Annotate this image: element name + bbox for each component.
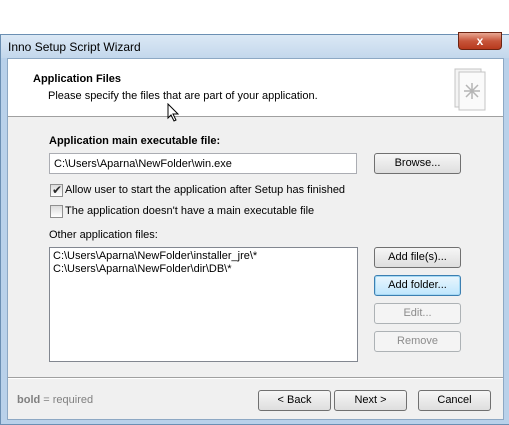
remove-button[interactable]: Remove (374, 331, 461, 352)
checkmark-icon: ✔ (52, 183, 63, 197)
page-subtitle: Please specify the files that are part o… (48, 90, 318, 102)
mouse-cursor-icon (167, 103, 180, 122)
required-note-text: = required (40, 394, 94, 406)
no-main-exe-checkbox[interactable] (50, 205, 63, 218)
main-exe-label: Application main executable file: (49, 135, 221, 147)
wizard-window: Inno Setup Script Wizard x Application F… (0, 32, 509, 425)
window-title: Inno Setup Script Wizard (8, 40, 141, 54)
wizard-client-area: Application Files Please specify the fil… (7, 58, 504, 420)
page-header: Application Files Please specify the fil… (8, 59, 503, 122)
browse-button[interactable]: Browse... (374, 153, 461, 174)
allow-start-label[interactable]: Allow user to start the application afte… (65, 184, 345, 196)
add-files-button[interactable]: Add file(s)... (374, 247, 461, 268)
required-note-bold: bold (17, 394, 41, 406)
allow-start-checkbox[interactable]: ✔ (50, 183, 63, 197)
edit-button[interactable]: Edit... (374, 303, 461, 324)
list-item[interactable]: C:\Users\Aparna\NewFolder\installer_jre\… (53, 250, 354, 263)
back-button[interactable]: < Back (258, 390, 331, 411)
no-main-exe-label[interactable]: The application doesn't have a main exec… (65, 205, 314, 217)
main-exe-input[interactable] (49, 153, 357, 174)
other-files-list[interactable]: C:\Users\Aparna\NewFolder\installer_jre\… (49, 247, 358, 362)
list-item[interactable]: C:\Users\Aparna\NewFolder\dir\DB\* (53, 263, 354, 276)
page-title: Application Files (33, 73, 122, 85)
add-folder-button[interactable]: Add folder... (374, 275, 461, 296)
title-bar[interactable]: Inno Setup Script Wizard x (1, 32, 509, 58)
footer-divider (8, 377, 503, 379)
close-button[interactable]: x (458, 32, 502, 50)
next-button[interactable]: Next > (334, 390, 407, 411)
required-note: bold = required (17, 394, 93, 406)
other-files-label: Other application files: (49, 229, 158, 241)
cancel-button[interactable]: Cancel (418, 390, 491, 411)
document-icon (454, 68, 486, 111)
